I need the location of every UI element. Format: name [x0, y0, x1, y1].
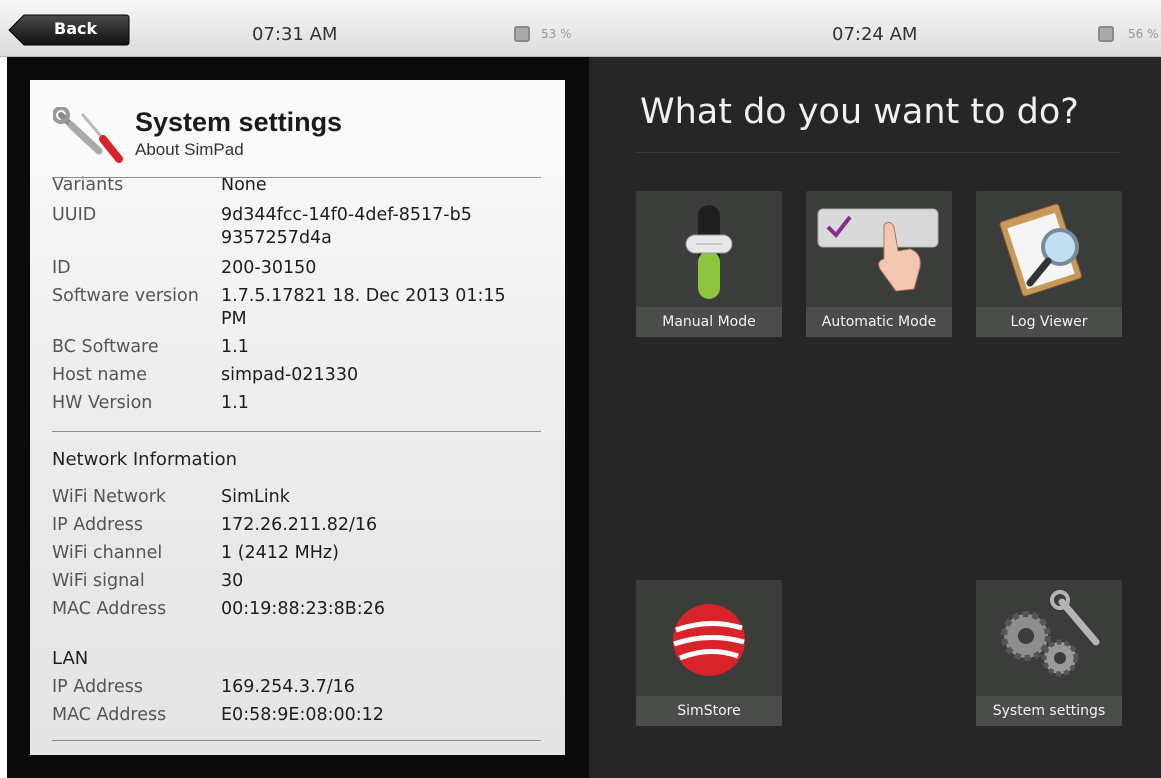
back-label: Back: [54, 19, 98, 38]
info-key: IP Address: [52, 677, 143, 697]
info-value: 1.7.5.17821 18. Dec 2013 01:15 PM: [221, 286, 506, 329]
info-key: BC Software: [52, 337, 159, 357]
page-subtitle: About SimPad: [135, 140, 244, 159]
tile-log-viewer[interactable]: Log Viewer: [976, 191, 1122, 337]
info-key: WiFi signal: [52, 571, 145, 591]
info-key: UUID: [52, 205, 97, 225]
page-title: System settings: [135, 107, 343, 137]
info-value: 1.1: [221, 393, 249, 413]
lan-heading: LAN: [52, 648, 89, 669]
info-value: 169.254.3.7/16: [221, 677, 355, 697]
tile-label: Manual Mode: [636, 307, 782, 337]
battery-icon: [514, 26, 530, 42]
battery-icon: [1098, 26, 1114, 42]
info-key: Host name: [52, 365, 148, 385]
tile-system-settings[interactable]: System settings: [976, 580, 1122, 726]
info-value: 1 (2412 MHz): [221, 543, 339, 563]
info-value: E0:58:9E:08:00:12: [221, 705, 384, 725]
tile-simstore[interactable]: SimStore: [636, 580, 782, 726]
clock-right: 07:24 AM: [832, 24, 918, 45]
info-value: 1.1: [221, 337, 249, 357]
info-value: 00:19:88:23:8B:26: [221, 599, 385, 619]
info-key: HW Version: [52, 393, 153, 413]
tile-label: Log Viewer: [976, 307, 1122, 337]
divider: [52, 177, 541, 178]
info-key: Software version: [52, 286, 199, 306]
tile-label: System settings: [976, 696, 1122, 726]
battery-percent-left: 53 %: [541, 27, 572, 41]
clipboard-magnifier-icon: [999, 203, 1082, 297]
tile-automatic-mode[interactable]: Automatic Mode: [806, 191, 952, 337]
tile-label: Automatic Mode: [806, 307, 952, 337]
tile-label: SimStore: [636, 696, 782, 726]
info-value: simpad-021330: [221, 365, 359, 385]
gears-wrench-icon: [1001, 590, 1100, 677]
tile-manual-mode[interactable]: Manual Mode: [636, 191, 782, 337]
info-key: IP Address: [52, 515, 143, 535]
info-key: WiFi channel: [52, 543, 163, 563]
info-value: 9d344fcc-14f0-4def-8517-b59357257d4a: [221, 205, 472, 248]
info-value: 172.26.211.82/16: [221, 515, 378, 535]
divider: [52, 740, 541, 741]
info-value: 200-30150: [221, 258, 317, 278]
divider: [52, 431, 541, 432]
info-key: ID: [52, 258, 71, 278]
info-key: WiFi Network: [52, 487, 167, 507]
status-bar: Back 07:31 AM 53 % 07:24 AM 56 %: [0, 0, 1161, 57]
card-header: System settings About SimPad: [30, 80, 565, 176]
info-value: 30: [221, 571, 244, 591]
back-button[interactable]: Back: [8, 14, 130, 46]
tools-icon: [53, 107, 123, 163]
slider-switch-icon: [685, 205, 733, 299]
simstore-logo-icon: [673, 604, 745, 676]
battery-percent-right: 56 %: [1128, 27, 1159, 41]
network-heading: Network Information: [52, 449, 238, 470]
divider: [636, 152, 1121, 153]
info-key: MAC Address: [52, 705, 167, 725]
touch-checkbox-icon: [817, 208, 939, 292]
menu-heading: What do you want to do?: [640, 92, 1079, 132]
info-value: SimLink: [221, 487, 290, 507]
info-key: MAC Address: [52, 599, 167, 619]
clock-left: 07:31 AM: [252, 24, 338, 45]
about-card[interactable]: System settings About SimPad Variants No…: [30, 80, 565, 755]
